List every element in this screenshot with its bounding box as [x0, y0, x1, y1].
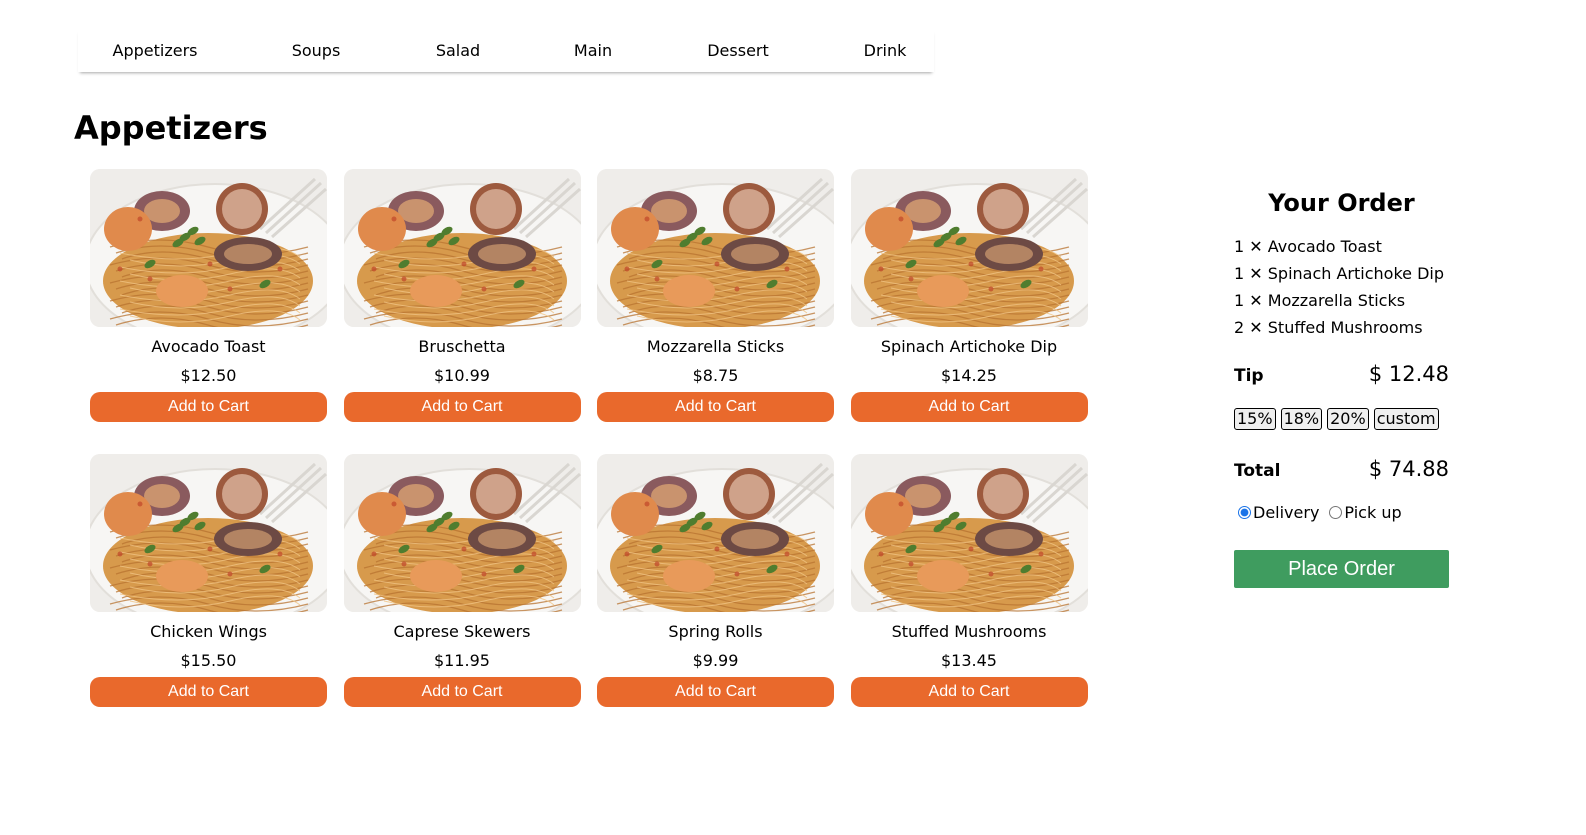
item-price: $15.50 — [180, 651, 237, 670]
nav-item-soups[interactable]: Soups — [292, 41, 341, 61]
add-to-cart-button[interactable]: Add to Cart — [850, 392, 1088, 422]
add-to-cart-button[interactable]: Add to Cart — [90, 392, 327, 422]
menu-card: Stuffed Mushrooms $13.45 Add to Cart — [850, 454, 1088, 707]
item-price: $14.25 — [941, 366, 997, 385]
item-name: Bruschetta — [418, 337, 506, 356]
item-price: $9.99 — [692, 651, 739, 670]
item-price: $11.95 — [434, 651, 490, 670]
item-name: Spring Rolls — [668, 622, 763, 641]
item-price: $12.50 — [180, 366, 237, 385]
item-name: Stuffed Mushrooms — [891, 622, 1047, 641]
item-price: $8.75 — [692, 366, 739, 385]
food-image — [597, 454, 834, 612]
total-label: Total — [1234, 461, 1281, 481]
food-image — [90, 169, 327, 327]
pickup-radio[interactable] — [1329, 506, 1343, 519]
tip-15-button[interactable]: 15% — [1234, 408, 1276, 430]
place-order-button[interactable]: Place Order — [1234, 550, 1449, 588]
tip-label: Tip — [1234, 366, 1264, 386]
menu-card: Spinach Artichoke Dip $14.25 Add to Cart — [850, 169, 1088, 422]
order-title: Your Order — [1268, 189, 1415, 217]
order-line: 1 ✕ Avocado Toast — [1234, 237, 1382, 256]
order-list: 1 ✕ Avocado Toast 1 ✕ Spinach Artichoke … — [1234, 233, 1449, 341]
add-to-cart-button[interactable]: Add to Cart — [90, 677, 327, 707]
food-image — [850, 454, 1088, 612]
nav-item-drink[interactable]: Drink — [864, 41, 907, 61]
delivery-label: Delivery — [1253, 503, 1320, 522]
food-image — [597, 169, 834, 327]
tip-row: Tip $ 12.48 — [1234, 362, 1449, 386]
nav-item-dessert[interactable]: Dessert — [707, 41, 769, 61]
tip-amount: $ 12.48 — [1368, 362, 1449, 386]
item-name: Caprese Skewers — [393, 622, 531, 641]
pickup-option[interactable]: Pick up — [1325, 503, 1402, 522]
delivery-option[interactable]: Delivery — [1234, 503, 1319, 522]
menu-card: Caprese Skewers $11.95 Add to Cart — [343, 454, 581, 707]
menu-card: Mozzarella Sticks $8.75 Add to Cart — [597, 169, 834, 422]
item-price: $10.99 — [434, 366, 490, 385]
order-line: 1 ✕ Spinach Artichoke Dip — [1234, 264, 1444, 283]
section-title: Appetizers — [74, 109, 268, 147]
food-image — [90, 454, 327, 612]
menu-grid: Avocado Toast $12.50 Add to Cart Brusche… — [90, 169, 1090, 707]
add-to-cart-button[interactable]: Add to Cart — [343, 677, 581, 707]
fulfillment-options: Delivery Pick up — [1234, 503, 1449, 522]
order-panel: Your Order 1 ✕ Avocado Toast 1 ✕ Spinach… — [1234, 186, 1449, 588]
tip-20-button[interactable]: 20% — [1327, 408, 1369, 430]
menu-card: Avocado Toast $12.50 Add to Cart — [90, 169, 327, 422]
nav-item-salad[interactable]: Salad — [436, 41, 480, 61]
delivery-radio[interactable] — [1238, 506, 1251, 519]
nav-item-main[interactable]: Main — [574, 41, 612, 61]
total-amount: $ 74.88 — [1368, 457, 1449, 481]
category-nav: Appetizers Soups Salad Main Dessert Drin… — [78, 29, 934, 72]
add-to-cart-button[interactable]: Add to Cart — [850, 677, 1088, 707]
order-line: 2 ✕ Stuffed Mushrooms — [1234, 318, 1423, 337]
tip-18-button[interactable]: 18% — [1280, 408, 1323, 430]
food-image — [343, 169, 581, 327]
tip-custom-button[interactable]: custom — [1373, 408, 1439, 430]
total-row: Total $ 74.88 — [1234, 457, 1449, 481]
tip-options: 15% 18% 20% custom — [1234, 408, 1449, 430]
nav-item-appetizers[interactable]: Appetizers — [113, 41, 198, 61]
food-image — [850, 169, 1088, 327]
menu-card: Bruschetta $10.99 Add to Cart — [343, 169, 581, 422]
item-name: Spinach Artichoke Dip — [880, 337, 1058, 356]
item-price: $13.45 — [941, 651, 997, 670]
order-line: 1 ✕ Mozzarella Sticks — [1234, 291, 1406, 310]
pickup-label: Pick up — [1344, 503, 1402, 522]
add-to-cart-button[interactable]: Add to Cart — [597, 392, 834, 422]
item-name: Mozzarella Sticks — [646, 337, 785, 356]
item-name: Avocado Toast — [151, 337, 266, 356]
menu-card: Chicken Wings $15.50 Add to Cart — [90, 454, 327, 707]
menu-card: Spring Rolls $9.99 Add to Cart — [597, 454, 834, 707]
food-image — [343, 454, 581, 612]
add-to-cart-button[interactable]: Add to Cart — [597, 677, 834, 707]
item-name: Chicken Wings — [150, 622, 267, 641]
add-to-cart-button[interactable]: Add to Cart — [343, 392, 581, 422]
